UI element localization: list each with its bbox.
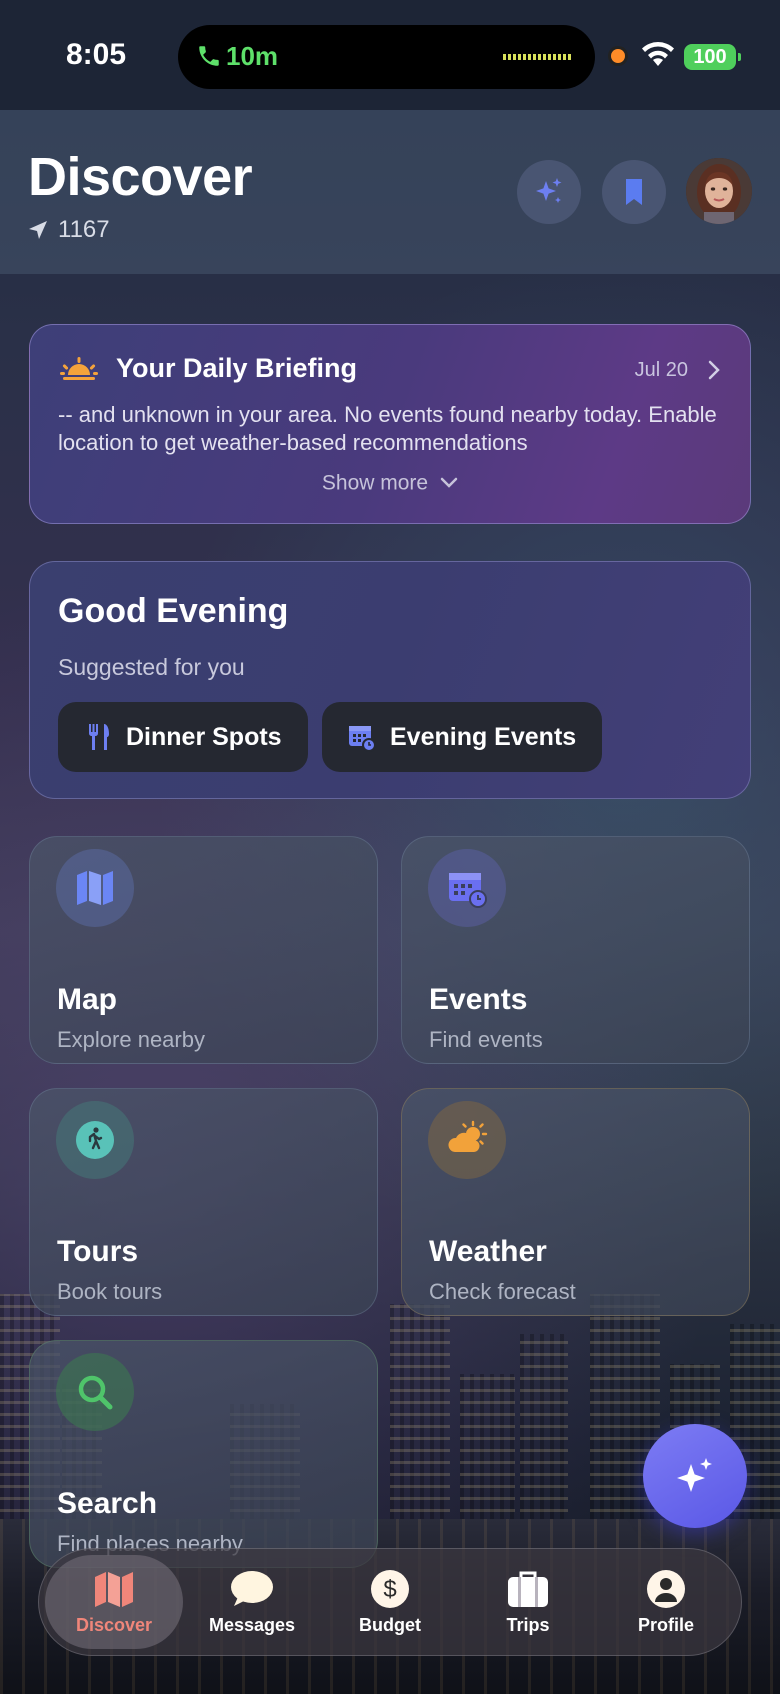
- location-text: 1167: [58, 216, 110, 243]
- dinner-spots-chip[interactable]: Dinner Spots: [58, 702, 308, 772]
- tab-label: Profile: [637, 1614, 694, 1635]
- status-bar: 8:05 10m 100: [0, 0, 780, 110]
- tile-icon-circle: [428, 1101, 506, 1179]
- page-header: Discover 1167: [0, 110, 780, 274]
- chip-label: Evening Events: [390, 722, 577, 751]
- tab-trips[interactable]: Trips: [459, 1555, 597, 1649]
- bookmark-button[interactable]: [602, 160, 666, 224]
- tile-icon-circle: [56, 849, 134, 927]
- sparkles-icon: [677, 1458, 712, 1492]
- chevron-down-icon: [440, 478, 458, 489]
- sunrise-icon: [60, 357, 98, 380]
- tours-tile[interactable]: Tours Book tours: [29, 1088, 378, 1316]
- svg-text:$: $: [383, 1576, 396, 1603]
- fork-knife-icon: [89, 724, 109, 750]
- tile-subtitle: Find events: [429, 1027, 543, 1052]
- daily-briefing-card[interactable]: Your Daily Briefing Jul 20 -- and unknow…: [29, 324, 751, 524]
- tab-label: Trips: [506, 1614, 550, 1635]
- tab-label: Budget: [359, 1614, 421, 1635]
- suitcase-icon: [508, 1571, 548, 1607]
- avatar[interactable]: [686, 158, 752, 224]
- tab-discover[interactable]: Discover: [45, 1555, 183, 1649]
- magnifier-icon: [78, 1375, 113, 1410]
- chip-label: Dinner Spots: [126, 722, 282, 751]
- sparkles-icon: [536, 178, 562, 203]
- tile-icon-circle: [428, 849, 506, 927]
- person-circle-icon: [647, 1569, 685, 1608]
- ai-sparkles-button[interactable]: [517, 160, 581, 224]
- tile-subtitle: Explore nearby: [57, 1027, 205, 1052]
- briefing-date: Jul 20: [634, 359, 688, 381]
- ai-assistant-fab[interactable]: [643, 1424, 747, 1528]
- search-tile[interactable]: Search Find places nearby: [29, 1340, 378, 1568]
- briefing-title: Your Daily Briefing: [116, 353, 358, 383]
- calendar-clock-icon: [349, 726, 376, 752]
- briefing-text: -- and unknown in your area. No events f…: [58, 402, 717, 455]
- audio-waveform: [503, 54, 573, 60]
- tab-label: Messages: [208, 1614, 296, 1635]
- show-more-button[interactable]: Show more: [30, 471, 750, 495]
- profile-photo: [686, 158, 752, 224]
- sun-cloud-icon: [448, 1120, 488, 1152]
- recording-indicator: [611, 49, 625, 63]
- bottom-tab-bar: Discover Messages $ Budget Trips Profile: [38, 1548, 742, 1656]
- dollar-circle-icon: $: [371, 1569, 409, 1608]
- walking-person-icon: [76, 1121, 114, 1159]
- map-icon: [77, 871, 113, 905]
- tab-profile[interactable]: Profile: [597, 1555, 735, 1649]
- tab-budget[interactable]: $ Budget: [321, 1555, 459, 1649]
- map-icon: [95, 1571, 133, 1607]
- tile-subtitle: Book tours: [57, 1279, 163, 1304]
- evening-events-chip[interactable]: Evening Events: [322, 702, 603, 772]
- status-time: 8:05: [66, 38, 127, 71]
- tile-title: Tours: [57, 1235, 139, 1268]
- location-arrow-icon: [29, 221, 47, 239]
- events-tile[interactable]: Events Find events: [401, 836, 750, 1064]
- weather-tile[interactable]: Weather Check forecast: [401, 1088, 750, 1316]
- calendar-icon: [449, 873, 487, 908]
- chat-bubble-icon: [231, 1570, 273, 1606]
- greeting-subtitle: Suggested for you: [58, 654, 245, 680]
- map-tile[interactable]: Map Explore nearby: [29, 836, 378, 1064]
- tile-subtitle: Check forecast: [429, 1279, 576, 1304]
- tile-title: Weather: [429, 1235, 547, 1268]
- greeting-title: Good Evening: [58, 592, 289, 630]
- tile-title: Map: [57, 983, 117, 1016]
- bookmark-icon: [626, 179, 642, 205]
- tab-label: Discover: [75, 1614, 153, 1635]
- battery-indicator: 100: [684, 44, 741, 70]
- tile-icon-circle: [56, 1101, 134, 1179]
- tile-icon-circle: [56, 1353, 134, 1431]
- dynamic-island[interactable]: 10m: [178, 25, 595, 89]
- call-duration: 10m: [226, 41, 279, 71]
- tab-messages[interactable]: Messages: [183, 1555, 321, 1649]
- tile-title: Search: [57, 1487, 158, 1520]
- wifi-icon: [642, 42, 674, 66]
- good-evening-card: Good Evening Suggested for you Dinner Sp…: [29, 561, 751, 799]
- phone-icon: [199, 46, 219, 66]
- chevron-right-icon: [708, 360, 720, 380]
- location-row[interactable]: 1167: [28, 216, 110, 244]
- page-title: Discover: [28, 147, 253, 207]
- show-more-label: Show more: [321, 471, 429, 495]
- tile-title: Events: [429, 983, 528, 1016]
